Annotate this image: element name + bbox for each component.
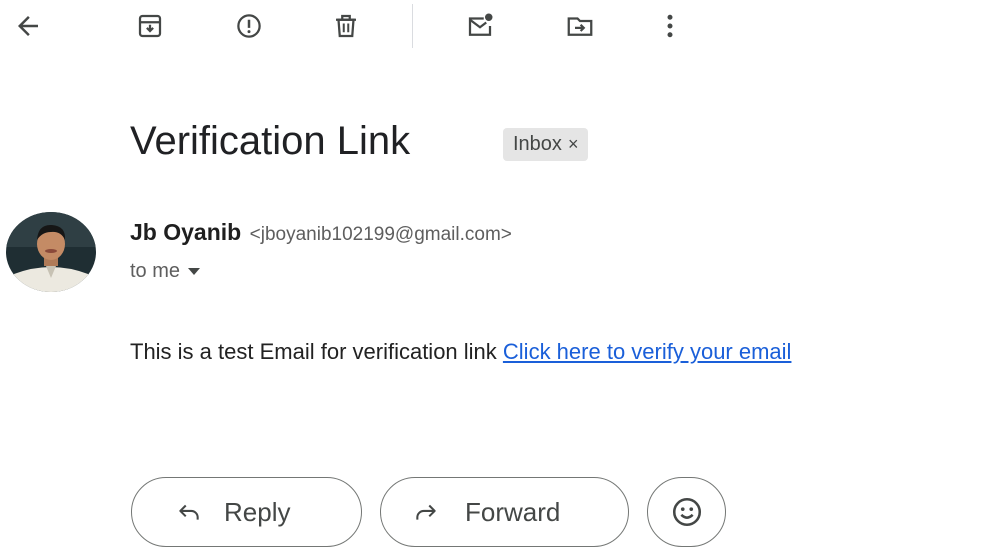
inbox-label-chip[interactable]: Inbox ×	[503, 128, 589, 161]
sender-avatar[interactable]	[6, 212, 96, 292]
reply-arrow-icon	[179, 504, 199, 520]
trash-icon	[336, 14, 356, 38]
sender-name[interactable]: Jb Oyanib	[130, 219, 241, 245]
arrow-left-icon	[18, 16, 38, 36]
emoji-reaction-button[interactable]	[647, 477, 726, 547]
more-vertical-icon	[667, 14, 673, 38]
toolbar-divider	[412, 4, 413, 48]
report-spam-button[interactable]	[231, 8, 267, 44]
forward-button[interactable]: Forward	[380, 477, 629, 547]
archive-button[interactable]	[132, 8, 168, 44]
body-text: This is a test Email for verification li…	[130, 339, 497, 364]
forward-label: Forward	[465, 496, 561, 527]
mark-unread-icon	[468, 13, 493, 36]
reply-button[interactable]: Reply	[131, 477, 362, 547]
sender-email: <jboyanib102199@gmail.com>	[249, 224, 512, 245]
mark-unread-button[interactable]	[462, 8, 498, 44]
email-subject: Verification Link	[130, 119, 411, 163]
report-spam-icon	[237, 14, 261, 38]
reply-label: Reply	[224, 496, 291, 527]
sender-info: Jb Oyanib <jboyanib102199@gmail.com>	[130, 219, 512, 246]
back-button[interactable]	[10, 8, 46, 44]
remove-label-button[interactable]: ×	[568, 134, 579, 155]
move-to-folder-icon	[567, 17, 593, 36]
move-to-button[interactable]	[562, 8, 598, 44]
smiley-icon	[672, 497, 701, 527]
recipient-text: to me	[130, 260, 181, 282]
recipient-details-toggle[interactable]: to me	[130, 260, 201, 283]
archive-icon	[138, 14, 162, 38]
forward-arrow-icon	[416, 504, 436, 520]
email-body: This is a test Email for verification li…	[130, 339, 791, 365]
label-text: Inbox	[513, 133, 562, 155]
more-options-button[interactable]	[652, 8, 688, 44]
avatar-image	[6, 212, 96, 292]
delete-button[interactable]	[328, 8, 364, 44]
caret-down-icon	[188, 268, 201, 275]
verify-email-link[interactable]: Click here to verify your email	[503, 339, 792, 364]
